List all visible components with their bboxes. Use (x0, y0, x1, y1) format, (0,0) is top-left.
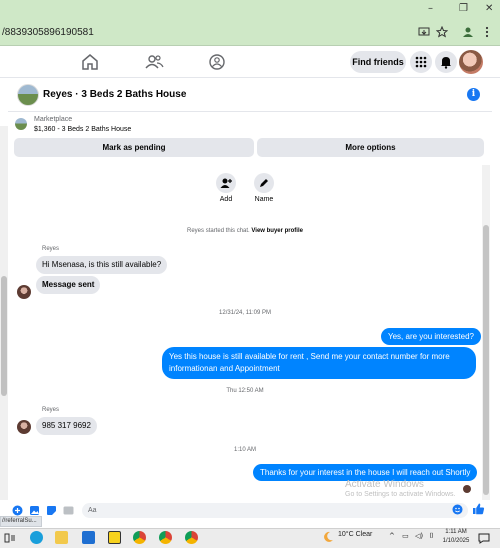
minimize-button[interactable]: – (428, 3, 433, 14)
outgoing-message[interactable]: Yes, are you interested? (381, 328, 481, 345)
battery-icon[interactable]: ⌷ (429, 532, 433, 540)
pencil-icon (260, 179, 268, 187)
browser-profile-icon[interactable] (462, 26, 474, 38)
more-options-button[interactable]: More options (257, 138, 484, 157)
chat-title[interactable]: Reyes · 3 Beds 2 Baths House (43, 89, 186, 100)
started-text: Reyes started this chat. (187, 228, 250, 234)
system-tray[interactable]: ^ ▭ ◁) ⌷ (389, 532, 434, 541)
url-text[interactable]: /8839305896190581 (2, 27, 94, 38)
address-bar[interactable]: /8839305896190581 (0, 20, 500, 46)
message-timestamp: 1:10 AM (233, 447, 256, 453)
thumbs-up-icon[interactable] (472, 502, 485, 515)
listing-summary[interactable]: $1,360 - 3 Beds 2 Baths House (34, 126, 131, 133)
bell-icon (441, 57, 451, 69)
mark-as-pending-button[interactable]: Mark as pending (14, 138, 254, 157)
friends-icon[interactable] (143, 51, 165, 73)
add-person-icon (220, 178, 232, 188)
chat-started-notice: Reyes started this chat. View buyer prof… (0, 228, 490, 234)
chat-scrollbar-thumb[interactable] (483, 225, 489, 495)
browser-menu-icon[interactable] (484, 26, 490, 38)
sender-avatar[interactable] (17, 420, 31, 434)
edit-name-button[interactable] (254, 173, 274, 193)
profile-avatar[interactable] (459, 50, 483, 74)
incoming-message[interactable]: Hi Msenasa, is this still available? (36, 256, 168, 274)
volume-icon[interactable]: ◁) (415, 532, 423, 540)
notifications-button[interactable] (435, 51, 457, 73)
task-view-icon[interactable] (4, 532, 16, 544)
close-window-button[interactable]: ✕ (485, 3, 493, 14)
chevron-up-icon[interactable]: ^ (389, 532, 395, 540)
message-line: informationan and Appointment (169, 364, 280, 373)
sender-avatar[interactable] (17, 285, 31, 299)
left-scrollbar[interactable] (0, 126, 8, 516)
incoming-message[interactable]: 985 317 9692 (36, 417, 97, 435)
menu-grid-button[interactable] (410, 51, 432, 73)
store-taskbar-icon[interactable] (82, 531, 95, 544)
activate-windows-watermark: Activate Windows (345, 479, 424, 490)
file-explorer-taskbar-icon[interactable] (55, 531, 68, 544)
add-person-button[interactable] (216, 173, 236, 193)
gif-icon[interactable] (63, 505, 74, 516)
sender-name: Reyes (42, 407, 60, 413)
info-icon[interactable]: i (467, 88, 480, 101)
clock-time[interactable]: 1:11 AM (443, 529, 469, 535)
listing-avatar[interactable] (17, 84, 39, 106)
chrome-taskbar-icon[interactable] (185, 531, 198, 544)
outgoing-message[interactable]: Yes this house is still available for re… (162, 347, 476, 379)
listing-thumbnail[interactable] (15, 118, 27, 130)
name-label: Name (254, 196, 274, 203)
sender-name: Reyes (42, 246, 60, 252)
marketplace-label: Marketplace (34, 116, 73, 123)
restore-button[interactable]: ❐ (459, 3, 468, 14)
add-label: Add (219, 196, 233, 203)
message-timestamp: 12/31/24, 11:09 PM (219, 310, 271, 316)
photo-icon[interactable] (29, 505, 40, 516)
left-scrollbar-thumb[interactable] (1, 276, 7, 396)
activate-windows-subtext: Go to Settings to activate Windows. (345, 491, 456, 498)
clock-date[interactable]: 1/10/2025 (440, 538, 472, 544)
install-app-icon[interactable] (418, 26, 430, 38)
message-line: Yes this house is still available for re… (169, 352, 450, 361)
incoming-message[interactable]: Message sent (36, 276, 101, 294)
sticky-notes-taskbar-icon[interactable] (108, 531, 121, 544)
plus-icon[interactable] (12, 505, 23, 516)
view-buyer-profile-link[interactable]: View buyer profile (251, 228, 303, 234)
find-friends-button[interactable]: Find friends (350, 51, 406, 73)
notification-icon[interactable] (478, 533, 490, 544)
emoji-icon[interactable] (452, 504, 463, 515)
sticker-icon[interactable] (46, 505, 57, 516)
chrome-taskbar-icon[interactable] (159, 531, 172, 544)
weather-text[interactable]: 10°C Clear (338, 531, 372, 538)
bookmark-star-icon[interactable] (436, 26, 448, 38)
grid-icon (415, 56, 427, 68)
home-icon[interactable] (79, 51, 101, 73)
message-timestamp: Thu 12:50 AM (226, 388, 264, 394)
weather-moon-icon[interactable] (322, 531, 334, 543)
status-bar-url: //referralSu... (0, 516, 42, 527)
groups-icon[interactable] (206, 51, 228, 73)
browser-title-bar: – ❐ ✕ (0, 0, 500, 20)
message-input[interactable]: Aa (82, 503, 468, 518)
seen-indicator-avatar (463, 485, 471, 493)
chrome-taskbar-icon[interactable] (133, 531, 146, 544)
network-icon[interactable]: ▭ (402, 532, 409, 540)
edge-taskbar-icon[interactable] (30, 531, 43, 544)
